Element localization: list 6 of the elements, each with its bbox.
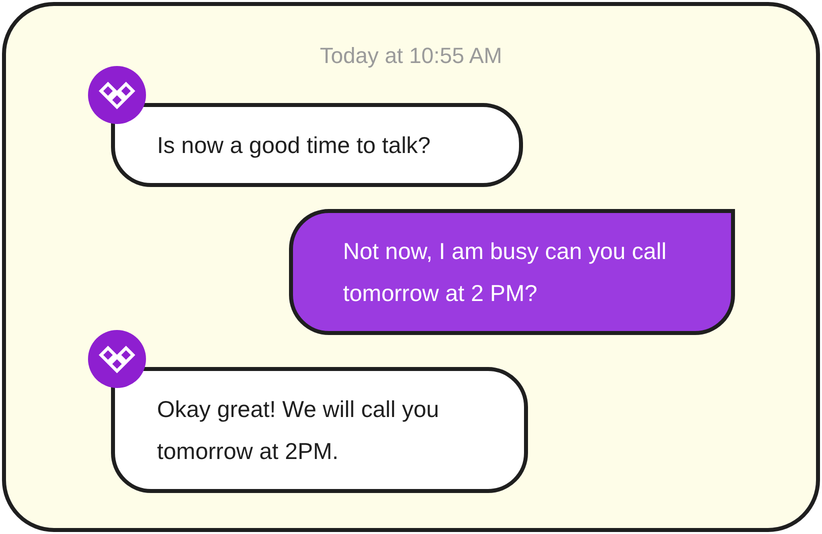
timestamp: Today at 10:55 AM [318,42,504,70]
sent-message-bubble: Not now, I am busy can you call tomorrow at 2 PM? [289,209,735,335]
avatar-icon [88,330,146,388]
received-message-bubble: Okay great! We will call you tomorrow at 2PM. [111,367,528,493]
received-message-bubble: Is now a good time to talk? [111,103,523,187]
avatar-icon [88,66,146,124]
